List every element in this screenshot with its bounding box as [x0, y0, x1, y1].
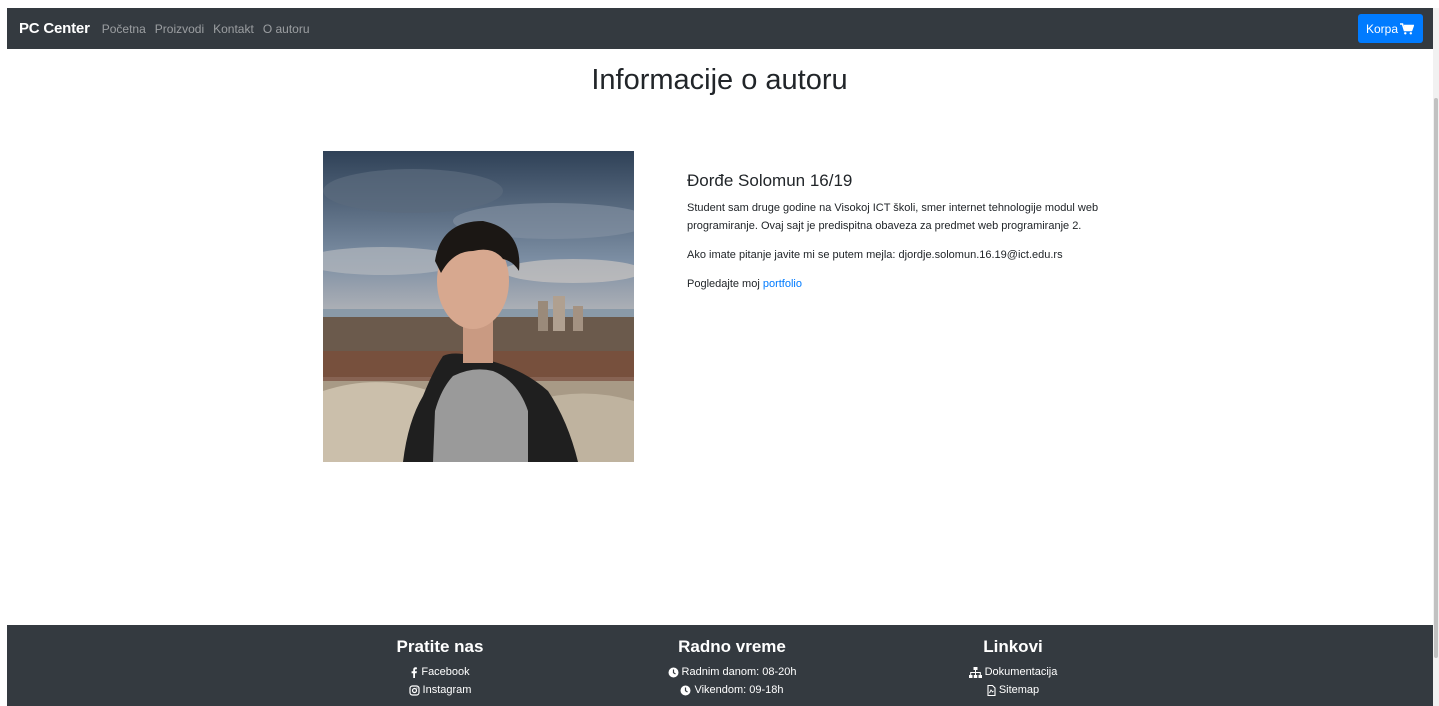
- sitemap-icon: [968, 666, 982, 678]
- footer-documentation-label: Dokumentacija: [984, 666, 1058, 678]
- footer-links: Linkovi Dokumentacija Sitemap: [903, 637, 1123, 699]
- page-title: Informacije o autoru: [591, 64, 848, 96]
- nav-link-pocetna[interactable]: Početna: [102, 22, 146, 36]
- footer-sitemap-label: Sitemap: [998, 684, 1040, 696]
- footer-facebook-label: Facebook: [421, 666, 470, 678]
- footer-hours: Radno vreme Radnim danom: 08-20h Vikendo…: [622, 637, 842, 699]
- nav-link-kontakt[interactable]: Kontakt: [213, 22, 254, 36]
- nav-link-o-autoru[interactable]: O autoru: [263, 22, 310, 36]
- cart-button-label: Korpa: [1365, 21, 1398, 36]
- footer-sitemap-link[interactable]: Sitemap: [903, 681, 1123, 699]
- footer-instagram-label: Instagram: [422, 684, 472, 696]
- footer-facebook-link[interactable]: Facebook: [330, 663, 550, 681]
- footer-hours-weekend: Vikendom: 09-18h: [622, 681, 842, 699]
- cart-button[interactable]: Korpa: [1357, 14, 1423, 43]
- footer-follow: Pratite nas Facebook Instagram: [330, 637, 550, 699]
- facebook-icon: [411, 666, 418, 678]
- clock-icon: [668, 667, 679, 677]
- author-name: Đorđe Solomun 16/19: [687, 171, 853, 190]
- brand-link[interactable]: PC Center: [19, 20, 90, 37]
- footer: Pratite nas Facebook Instagram Radno vre…: [7, 625, 1433, 706]
- author-contact: Ako imate pitanje javite mi se putem mej…: [687, 249, 1063, 261]
- portfolio-line: Pogledajte moj portfolio: [687, 275, 1107, 293]
- footer-links-title: Linkovi: [983, 637, 1043, 656]
- portfolio-prefix: Pogledajte moj: [687, 278, 760, 290]
- page-scrollbar[interactable]: [1433, 8, 1439, 706]
- footer-hours-weekday-label: Radnim danom: 08-20h: [681, 666, 797, 678]
- page-top-strip: [0, 0, 1439, 8]
- portfolio-link[interactable]: portfolio: [763, 278, 802, 290]
- footer-hours-weekend-label: Vikendom: 09-18h: [694, 684, 784, 696]
- nav-link-proizvodi[interactable]: Proizvodi: [155, 22, 204, 36]
- footer-hours-title: Radno vreme: [678, 637, 786, 656]
- instagram-icon: [408, 684, 420, 696]
- author-bio: Student sam druge godine na Visokoj ICT …: [687, 202, 1099, 232]
- file-icon: [987, 684, 996, 696]
- cart-icon: [1400, 22, 1414, 34]
- author-photo: [323, 151, 634, 462]
- footer-follow-title: Pratite nas: [396, 637, 484, 656]
- author-info: Đorđe Solomun 16/19 Student sam druge go…: [687, 171, 1107, 304]
- footer-hours-weekday: Radnim danom: 08-20h: [622, 663, 842, 681]
- footer-documentation-link[interactable]: Dokumentacija: [903, 663, 1123, 681]
- navbar: PC Center Početna Proizvodi Kontakt O au…: [7, 8, 1433, 49]
- clock-icon: [680, 685, 691, 695]
- footer-instagram-link[interactable]: Instagram: [330, 681, 550, 699]
- scrollbar-thumb[interactable]: [1434, 98, 1438, 658]
